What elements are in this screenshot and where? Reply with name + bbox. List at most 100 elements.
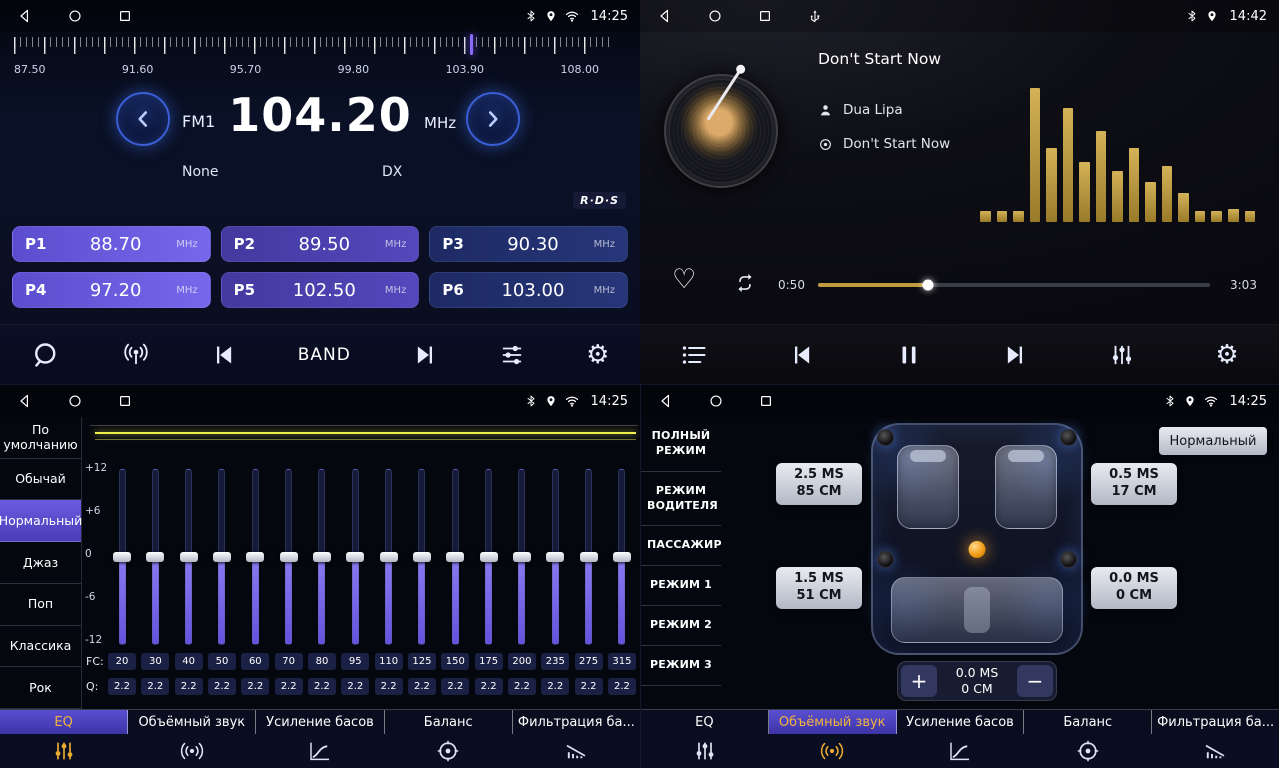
pause-button[interactable] bbox=[896, 342, 922, 368]
preset-button[interactable]: P4 97.20 MHz bbox=[12, 272, 211, 308]
slider-handle[interactable] bbox=[580, 552, 598, 562]
delay-rear-left[interactable]: 1.5 MS 51 CM bbox=[776, 567, 862, 609]
preset-button[interactable]: P5 102.50 MHz bbox=[221, 272, 420, 308]
nav-back-button[interactable] bbox=[16, 7, 34, 25]
eq-band-slider[interactable] bbox=[208, 469, 236, 645]
audio-tab[interactable]: Фильтрация ба... bbox=[513, 710, 640, 734]
slider-handle[interactable] bbox=[246, 552, 264, 562]
frequency-ruler[interactable] bbox=[14, 37, 614, 61]
slider-handle[interactable] bbox=[146, 552, 164, 562]
balance-tab-icon[interactable] bbox=[1024, 734, 1152, 768]
slider-handle[interactable] bbox=[513, 552, 531, 562]
audio-tab[interactable]: Объёмный звук bbox=[128, 710, 256, 734]
nav-home-button[interactable] bbox=[66, 392, 84, 410]
eq-band-slider[interactable] bbox=[341, 469, 369, 645]
eq-band-slider[interactable] bbox=[241, 469, 269, 645]
audio-tab[interactable]: EQ bbox=[0, 710, 128, 734]
delay-rear-right[interactable]: 0.0 MS 0 CM bbox=[1091, 567, 1177, 609]
eq-band-slider[interactable] bbox=[141, 469, 169, 645]
eq-band-slider[interactable] bbox=[508, 469, 536, 645]
broadcast-button[interactable] bbox=[122, 341, 150, 369]
next-track-button[interactable] bbox=[1002, 342, 1028, 368]
audio-tab[interactable]: Усиление басов bbox=[897, 710, 1025, 734]
listening-mode-item[interactable]: ПОЛНЫЙ РЕЖИМ bbox=[641, 417, 721, 472]
audio-tab[interactable]: Усиление басов bbox=[256, 710, 384, 734]
eq-tab-icon[interactable] bbox=[641, 734, 769, 768]
slider-handle[interactable] bbox=[113, 552, 131, 562]
settings-button[interactable]: ⚙ bbox=[586, 342, 609, 368]
slider-handle[interactable] bbox=[446, 552, 464, 562]
decrease-delay-button[interactable]: − bbox=[1017, 665, 1053, 697]
eq-tab-icon[interactable] bbox=[0, 734, 128, 768]
eq-band-slider[interactable] bbox=[108, 469, 136, 645]
surround-tab-icon[interactable] bbox=[128, 734, 256, 768]
previous-track-button[interactable] bbox=[789, 342, 815, 368]
nav-recents-button[interactable] bbox=[756, 7, 774, 25]
eq-preset-item[interactable]: Обычай bbox=[0, 459, 81, 501]
slider-handle[interactable] bbox=[280, 552, 298, 562]
equalizer-button[interactable] bbox=[1109, 342, 1135, 368]
eq-band-slider[interactable] bbox=[608, 469, 636, 645]
nav-back-button[interactable] bbox=[657, 392, 675, 410]
eq-preset-item[interactable]: Нормальный bbox=[0, 500, 81, 542]
eq-band-slider[interactable] bbox=[308, 469, 336, 645]
eq-band-slider[interactable] bbox=[575, 469, 603, 645]
slider-handle[interactable] bbox=[613, 552, 631, 562]
listening-mode-item[interactable]: РЕЖИМ 1 bbox=[641, 566, 721, 606]
next-station-button[interactable] bbox=[412, 342, 438, 368]
filter-tab-icon[interactable] bbox=[512, 734, 640, 768]
equalizer-button[interactable] bbox=[499, 342, 525, 368]
audio-tab[interactable]: Фильтрация ба... bbox=[1152, 710, 1279, 734]
slider-handle[interactable] bbox=[180, 552, 198, 562]
eq-preset-item[interactable]: Рок bbox=[0, 667, 81, 709]
preset-button[interactable]: P6 103.00 MHz bbox=[429, 272, 628, 308]
scan-button[interactable] bbox=[31, 340, 61, 370]
slider-handle[interactable] bbox=[413, 552, 431, 562]
eq-band-slider[interactable] bbox=[441, 469, 469, 645]
sound-preset-button[interactable]: Нормальный bbox=[1159, 427, 1267, 455]
slider-handle[interactable] bbox=[213, 552, 231, 562]
bass-boost-tab-icon[interactable] bbox=[256, 734, 384, 768]
audio-tab[interactable]: Объёмный звук bbox=[769, 710, 897, 734]
playlist-button[interactable] bbox=[680, 341, 708, 369]
slider-handle[interactable] bbox=[480, 552, 498, 562]
nav-recents-button[interactable] bbox=[116, 7, 134, 25]
speaker-front-left[interactable] bbox=[877, 429, 894, 446]
slider-handle[interactable] bbox=[313, 552, 331, 562]
eq-preset-item[interactable]: Джаз bbox=[0, 542, 81, 584]
eq-preset-item[interactable]: Классика bbox=[0, 626, 81, 668]
speaker-rear-left[interactable] bbox=[877, 551, 894, 568]
tune-down-button[interactable] bbox=[116, 92, 170, 146]
listening-mode-item[interactable]: РЕЖИМ 2 bbox=[641, 606, 721, 646]
delay-front-left[interactable]: 2.5 MS 85 CM bbox=[776, 463, 862, 505]
audio-tab[interactable]: Баланс bbox=[385, 710, 513, 734]
nav-back-button[interactable] bbox=[16, 392, 34, 410]
preset-button[interactable]: P2 89.50 MHz bbox=[221, 226, 420, 262]
nav-recents-button[interactable] bbox=[757, 392, 775, 410]
balance-tab-icon[interactable] bbox=[384, 734, 512, 768]
tune-up-button[interactable] bbox=[466, 92, 520, 146]
eq-band-slider[interactable] bbox=[375, 469, 403, 645]
speaker-rear-right[interactable] bbox=[1060, 551, 1077, 568]
favorite-button[interactable]: ♡ bbox=[672, 266, 696, 293]
audio-tab[interactable]: Баланс bbox=[1024, 710, 1152, 734]
filter-tab-icon[interactable] bbox=[1151, 734, 1279, 768]
delay-front-right[interactable]: 0.5 MS 17 CM bbox=[1091, 463, 1177, 505]
listening-mode-item[interactable]: РЕЖИМ ВОДИТЕЛЯ bbox=[641, 472, 721, 527]
eq-band-slider[interactable] bbox=[541, 469, 569, 645]
increase-delay-button[interactable]: + bbox=[901, 665, 937, 697]
slider-handle[interactable] bbox=[546, 552, 564, 562]
previous-station-button[interactable] bbox=[211, 342, 237, 368]
preset-button[interactable]: P1 88.70 MHz bbox=[12, 226, 211, 262]
eq-band-slider[interactable] bbox=[175, 469, 203, 645]
eq-preset-item[interactable]: По умолчанию bbox=[0, 417, 81, 459]
speaker-front-right[interactable] bbox=[1060, 429, 1077, 446]
nav-recents-button[interactable] bbox=[116, 392, 134, 410]
eq-band-slider[interactable] bbox=[475, 469, 503, 645]
preset-button[interactable]: P3 90.30 MHz bbox=[429, 226, 628, 262]
nav-home-button[interactable] bbox=[706, 7, 724, 25]
repeat-button[interactable] bbox=[734, 272, 756, 294]
eq-band-slider[interactable] bbox=[275, 469, 303, 645]
bass-boost-tab-icon[interactable] bbox=[896, 734, 1024, 768]
listening-position-marker[interactable] bbox=[969, 541, 986, 558]
